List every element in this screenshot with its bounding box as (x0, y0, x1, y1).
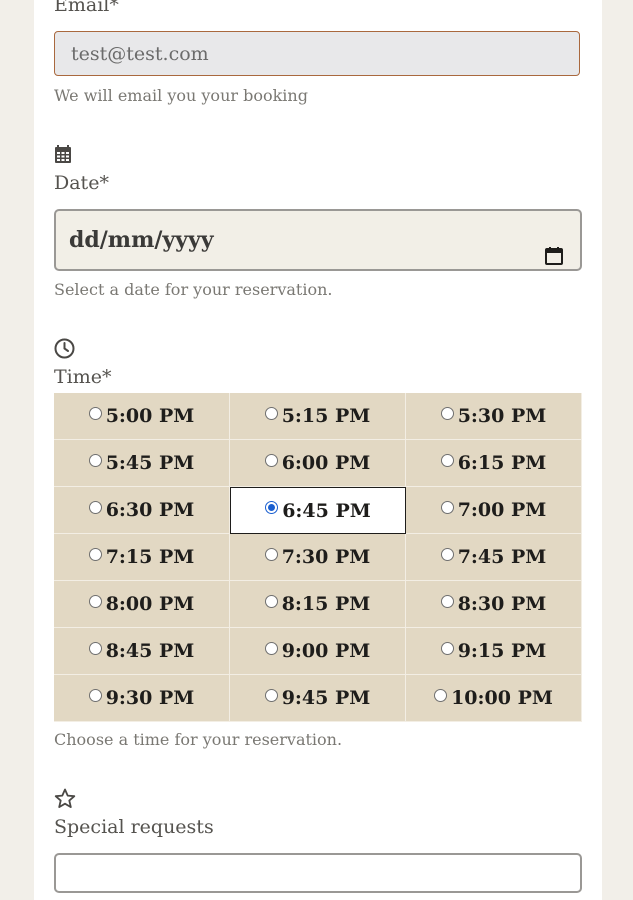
time-slot-label: 6:30 PM (105, 499, 195, 521)
time-slot-label: 5:30 PM (457, 405, 547, 427)
email-help-text: We will email you your booking (54, 86, 308, 105)
time-slot-radio[interactable] (88, 688, 102, 702)
time-slot[interactable]: 6:00 PM (230, 440, 406, 487)
time-slot[interactable]: 9:15 PM (406, 628, 582, 675)
time-slot[interactable]: 9:30 PM (54, 675, 230, 722)
time-slot[interactable]: 5:15 PM (230, 393, 406, 440)
date-label: Date* (54, 172, 109, 194)
time-slot-radio[interactable] (434, 688, 448, 702)
time-slot-label: 8:00 PM (105, 593, 195, 615)
time-slot-label: 6:45 PM (282, 499, 371, 522)
calendar-picker-icon[interactable] (544, 230, 564, 265)
time-slot-radio[interactable] (264, 594, 278, 608)
time-slot-grid: 5:00 PM 5:15 PM 5:30 PM 5:45 PM 6:00 PM 6:15 … (54, 393, 582, 722)
time-slot[interactable]: 5:30 PM (406, 393, 582, 440)
time-slot-radio[interactable] (440, 500, 454, 514)
special-requests-label: Special requests (54, 816, 214, 838)
time-slot-label: 7:30 PM (281, 546, 371, 568)
time-slot[interactable]: 10:00 PM (406, 675, 582, 722)
time-slot-label: 6:15 PM (457, 452, 547, 474)
time-slot[interactable]: 8:00 PM (54, 581, 230, 628)
time-slot[interactable]: 7:30 PM (230, 534, 406, 581)
star-icon (54, 788, 76, 813)
time-slot-label: 7:15 PM (105, 546, 195, 568)
time-slot[interactable]: 7:15 PM (54, 534, 230, 581)
time-slot[interactable]: 9:00 PM (230, 628, 406, 675)
time-slot-label: 9:45 PM (281, 687, 371, 709)
time-slot-label: 7:45 PM (457, 546, 547, 568)
time-slot[interactable]: 8:45 PM (54, 628, 230, 675)
time-slot-label: 5:00 PM (105, 405, 195, 427)
special-requests-field[interactable] (54, 853, 582, 893)
time-slot-label: 9:00 PM (281, 640, 371, 662)
time-slot-radio[interactable] (440, 594, 454, 608)
time-slot-radio[interactable] (440, 453, 454, 467)
time-slot-radio[interactable] (264, 406, 278, 420)
date-placeholder: dd/mm/yyyy (69, 227, 214, 253)
time-slot-label: 8:15 PM (281, 593, 371, 615)
time-help-text: Choose a time for your reservation. (54, 730, 343, 749)
time-slot-radio[interactable] (264, 547, 278, 561)
time-slot-radio[interactable] (88, 641, 102, 655)
time-slot-label: 9:30 PM (105, 687, 195, 709)
time-slot-radio[interactable] (88, 500, 102, 514)
time-slot-radio[interactable] (88, 406, 102, 420)
email-field[interactable]: test@test.com (54, 31, 580, 76)
time-slot-radio[interactable] (88, 453, 102, 467)
time-slot[interactable]: 5:00 PM (54, 393, 230, 440)
clock-icon (54, 338, 75, 363)
time-slot-label: 8:30 PM (457, 593, 547, 615)
time-slot-radio[interactable] (264, 641, 278, 655)
booking-form-card: Email* test@test.com We will email you y… (34, 0, 602, 900)
time-slot-label: 7:00 PM (457, 499, 547, 521)
email-label: Email* (54, 0, 119, 16)
time-slot[interactable]: 5:45 PM (54, 440, 230, 487)
time-slot-radio[interactable] (265, 501, 279, 514)
time-slot-radio[interactable] (88, 594, 102, 608)
date-field[interactable]: dd/mm/yyyy (54, 209, 582, 271)
time-slot[interactable]: 6:15 PM (406, 440, 582, 487)
time-slot-label: 6:00 PM (281, 452, 371, 474)
time-slot[interactable]: 6:45 PM (230, 487, 406, 534)
time-slot-radio[interactable] (264, 688, 278, 702)
calendar-icon (54, 145, 72, 168)
time-slot[interactable]: 8:15 PM (230, 581, 406, 628)
time-slot[interactable]: 9:45 PM (230, 675, 406, 722)
time-slot-radio[interactable] (440, 641, 454, 655)
time-slot-label: 5:15 PM (281, 405, 371, 427)
time-slot-radio[interactable] (264, 453, 278, 467)
time-slot[interactable]: 8:30 PM (406, 581, 582, 628)
time-slot-radio[interactable] (440, 406, 454, 420)
time-slot[interactable]: 6:30 PM (54, 487, 230, 534)
time-slot-label: 5:45 PM (105, 452, 195, 474)
time-slot-radio[interactable] (88, 547, 102, 561)
time-slot-label: 9:15 PM (457, 640, 547, 662)
time-slot[interactable]: 7:00 PM (406, 487, 582, 534)
time-slot-label: 8:45 PM (105, 640, 195, 662)
time-label: Time* (54, 366, 112, 388)
time-slot-label: 10:00 PM (451, 687, 553, 709)
time-slot-radio[interactable] (440, 547, 454, 561)
date-help-text: Select a date for your reservation. (54, 280, 333, 299)
time-slot[interactable]: 7:45 PM (406, 534, 582, 581)
